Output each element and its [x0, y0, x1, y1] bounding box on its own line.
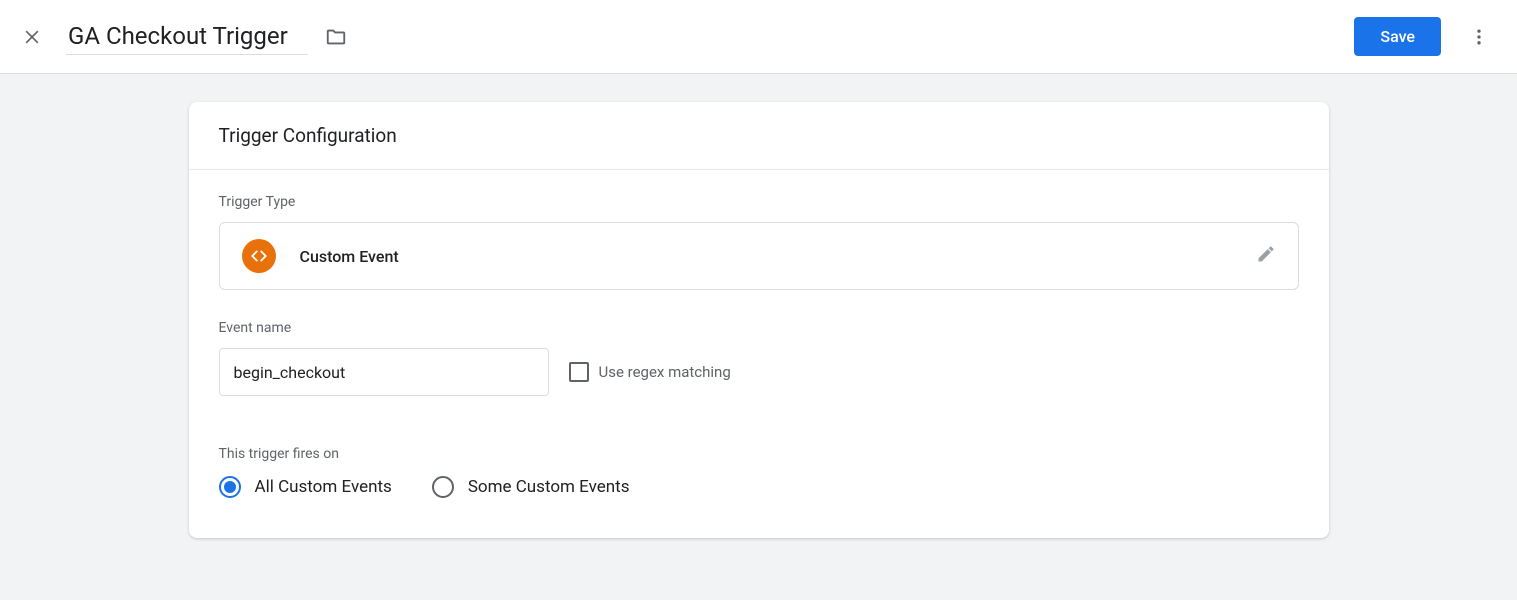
radio-some-custom-events[interactable]: Some Custom Events [432, 476, 630, 498]
edit-trigger-type-button[interactable] [1256, 244, 1276, 268]
radio-icon [432, 476, 454, 498]
trigger-type-value: Custom Event [300, 247, 399, 266]
radio-icon [219, 476, 241, 498]
close-button[interactable] [12, 17, 52, 57]
card-title: Trigger Configuration [189, 102, 1329, 170]
pencil-icon [1256, 244, 1276, 264]
custom-event-icon [242, 239, 276, 273]
regex-matching-checkbox[interactable]: Use regex matching [569, 362, 731, 382]
save-button[interactable]: Save [1354, 17, 1441, 56]
page-header: Save [0, 0, 1517, 74]
radio-label-all: All Custom Events [255, 477, 392, 497]
trigger-type-selector[interactable]: Custom Event [219, 222, 1299, 290]
checkbox-icon [569, 362, 589, 382]
content-area: Trigger Configuration Trigger Type Custo… [0, 74, 1517, 538]
trigger-name-input[interactable] [66, 18, 308, 55]
radio-all-custom-events[interactable]: All Custom Events [219, 476, 392, 498]
regex-checkbox-label: Use regex matching [599, 363, 731, 381]
event-name-input[interactable] [219, 348, 549, 396]
fires-on-label: This trigger fires on [219, 446, 1299, 462]
more-menu-button[interactable] [1459, 17, 1499, 57]
event-name-label: Event name [219, 320, 1299, 336]
folder-icon [325, 26, 347, 48]
trigger-config-card: Trigger Configuration Trigger Type Custo… [189, 102, 1329, 538]
radio-label-some: Some Custom Events [468, 477, 630, 497]
folder-button[interactable] [322, 23, 350, 51]
more-vert-icon [1469, 27, 1489, 47]
trigger-type-label: Trigger Type [219, 194, 1299, 210]
close-icon [22, 27, 42, 47]
